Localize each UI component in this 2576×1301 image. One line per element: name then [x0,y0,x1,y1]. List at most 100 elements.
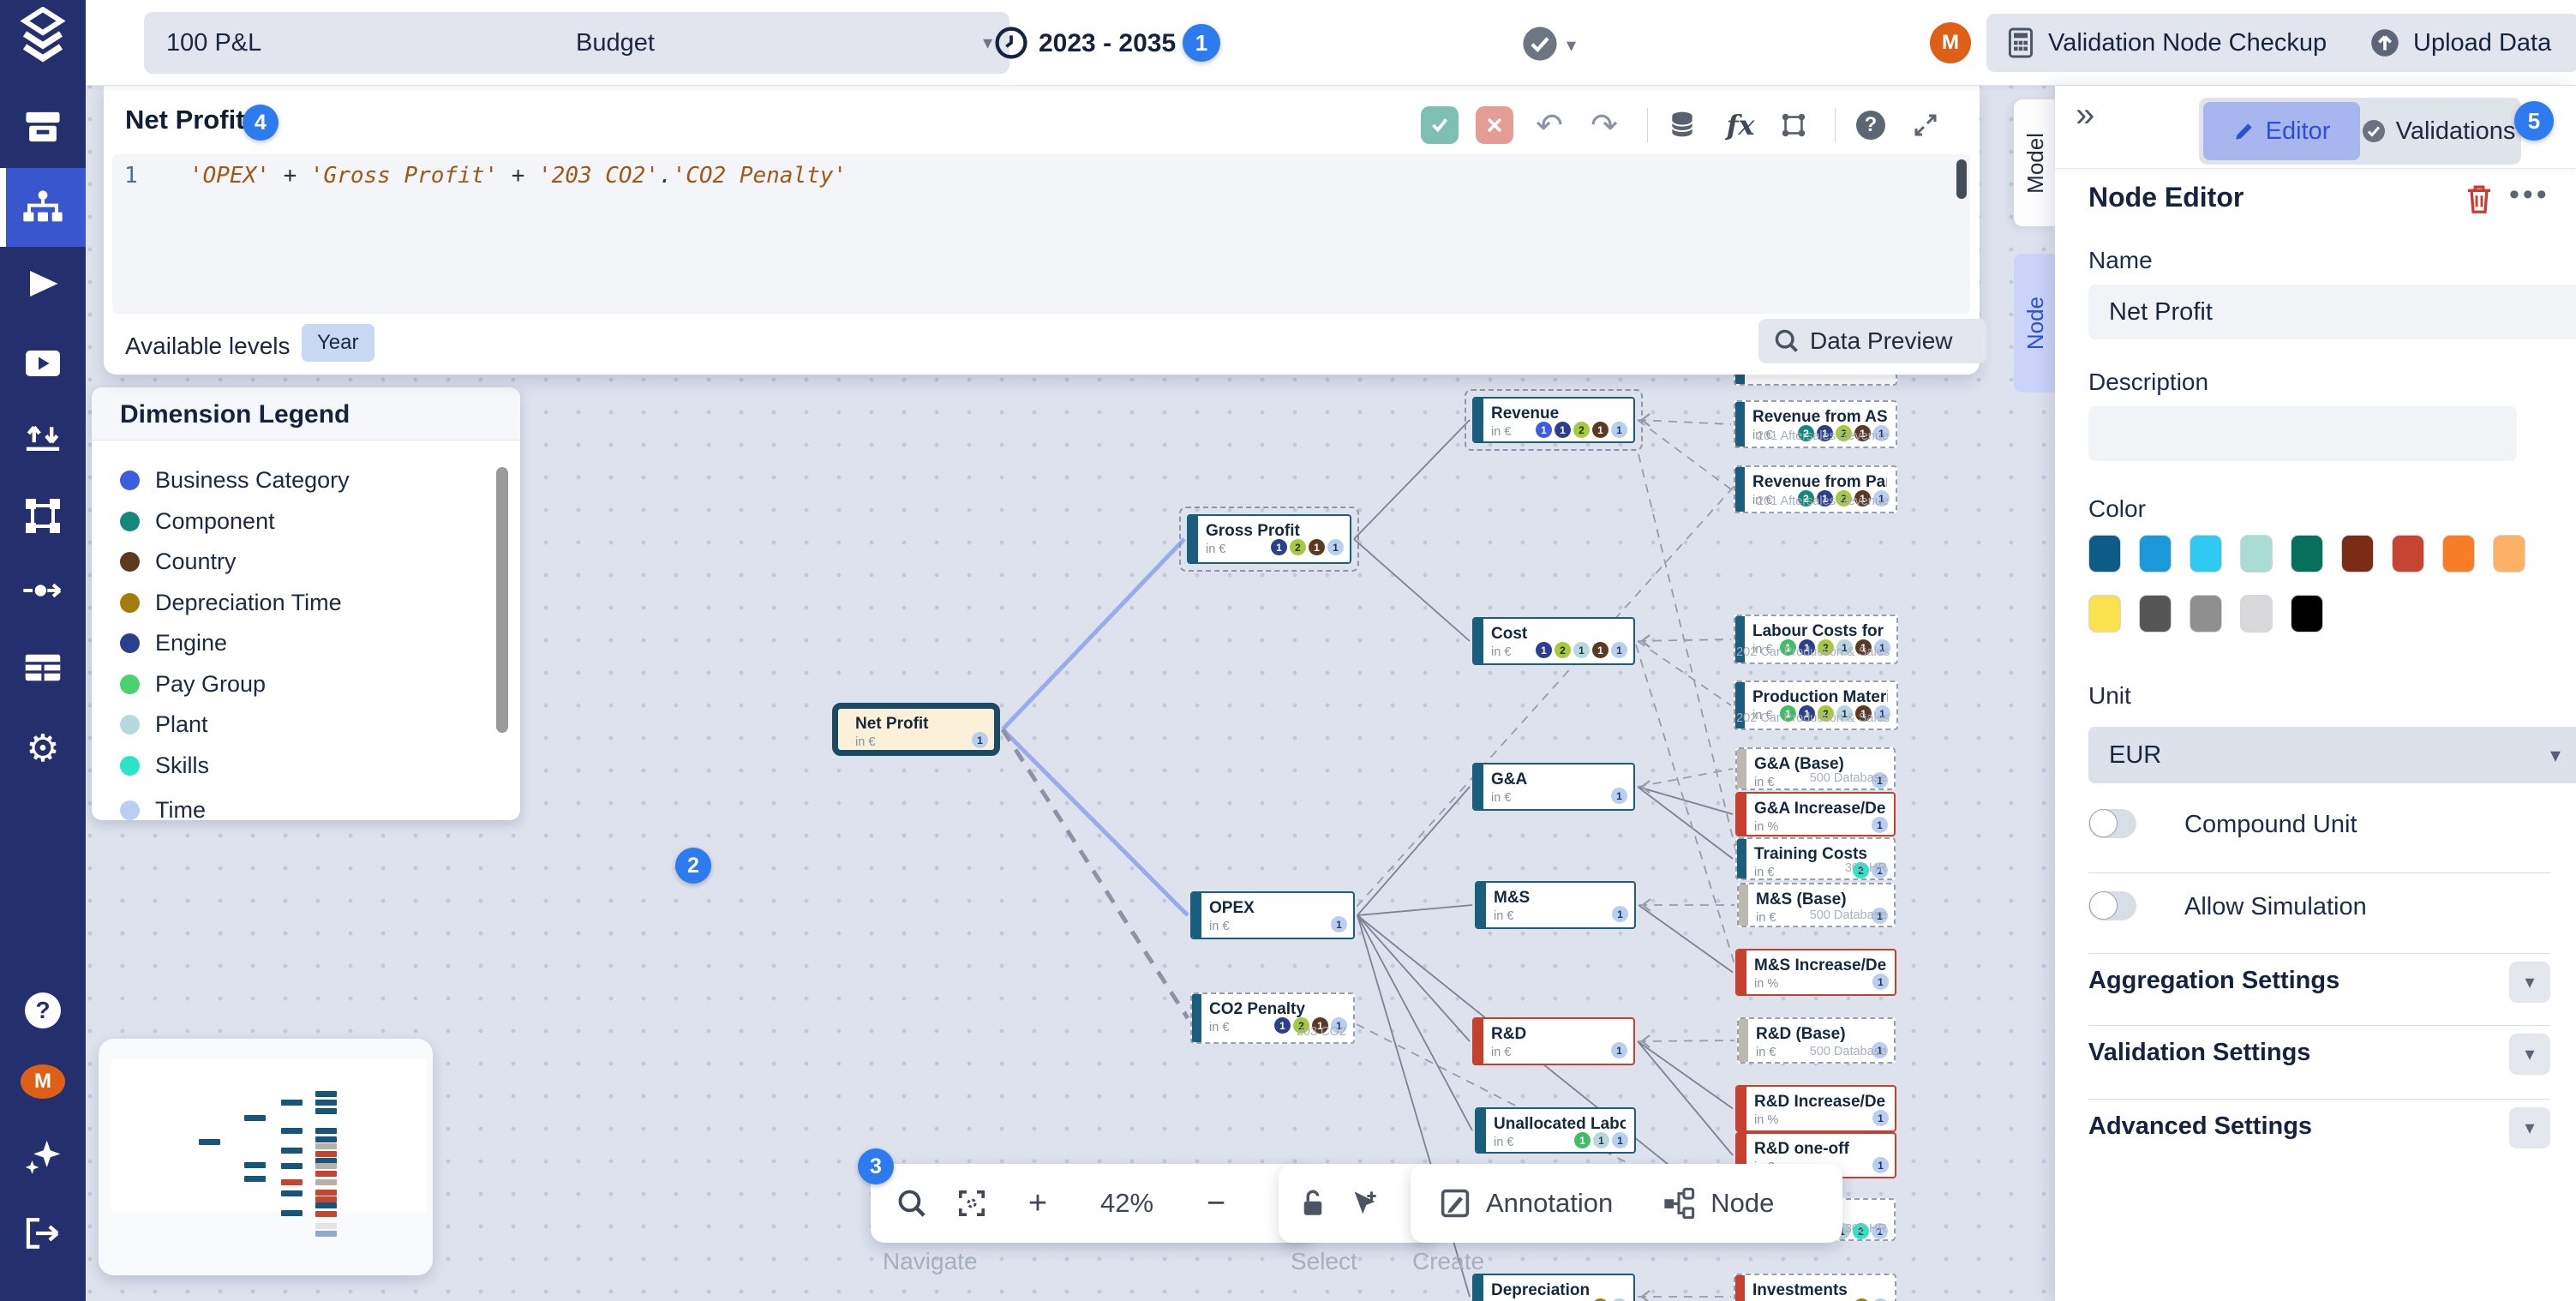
formula-editor[interactable]: 1 'OPEX' + 'Gross Profit' + '203 CO2'.'C… [112,154,1970,314]
allow-simulation-toggle[interactable] [2088,891,2136,920]
graph-node-unalloc[interactable]: Unallocated Labour Costs (O...in €111 [1475,1107,1636,1154]
fit-view-icon[interactable] [956,1188,987,1219]
aggregation-settings-header[interactable]: Aggregation Settings [2088,967,2339,995]
flow-icon[interactable] [0,578,86,603]
graph-node-rnd[interactable]: R&Din €1 [1472,1017,1635,1065]
color-swatch[interactable] [2493,535,2525,573]
chevron-down-icon[interactable]: ▾ [1567,34,1576,57]
expand-icon[interactable] [1907,106,1944,144]
topbar-avatar[interactable]: M [1930,22,1971,63]
tab-model[interactable]: Model [2014,99,2057,226]
color-swatch[interactable] [2392,535,2424,573]
color-swatch[interactable] [2240,535,2273,573]
apply-formula-button[interactable] [1421,106,1459,144]
unit-dropdown[interactable]: EUR ▾ [2088,727,2576,783]
graph-node-opex[interactable]: OPEXin €1 [1190,891,1355,939]
color-swatch[interactable] [2139,595,2172,633]
scenario-selector-dropdown[interactable]: Budget ▾ [554,12,1009,74]
color-swatch[interactable] [2442,535,2475,573]
annotation-button-label[interactable]: Annotation [1486,1188,1613,1219]
color-swatch[interactable] [2088,595,2121,633]
graph-node-ms_inc[interactable]: M&S Increase/Decreasein %1 [1735,949,1896,996]
description-field[interactable] [2088,406,2517,461]
graph-node-revenue[interactable]: Revenuein €11211 [1472,397,1635,443]
import-export-icon[interactable] [0,420,86,456]
validation-expand-button[interactable]: ▾ [2509,1034,2550,1075]
app-logo-icon[interactable] [0,7,86,63]
collapse-panel-icon[interactable]: » [2076,96,2094,135]
advanced-settings-header[interactable]: Advanced Settings [2088,1112,2312,1141]
graph-node-co2[interactable]: CO2 Penaltyin €1211203 CO2 [1190,992,1355,1044]
annotation-icon[interactable] [1440,1188,1471,1219]
graph-node-ms[interactable]: M&Sin €1 [1475,881,1636,929]
status-check-dropdown[interactable] [1522,26,1558,66]
graph-node-gross_profit[interactable]: Gross Profitin €1211 [1187,514,1351,564]
minimap[interactable] [99,1039,433,1275]
video-icon[interactable] [0,346,86,381]
add-node-icon[interactable] [1662,1187,1695,1220]
graph-node-gna[interactable]: G&Ain €1 [1472,763,1635,811]
level-chip-year[interactable]: Year [302,324,374,362]
zoom-search-icon[interactable] [896,1188,927,1219]
frame-icon[interactable] [1775,106,1812,144]
settings-gear-icon[interactable]: ⚙ [0,727,86,770]
more-options-icon[interactable]: ••• [2509,178,2550,212]
graph-node-training[interactable]: Training Costsin €21302 HR [1735,837,1896,880]
legend-scrollbar[interactable] [496,467,508,733]
select-cursor-icon[interactable] [1351,1189,1378,1218]
graph-node-depreciation[interactable]: Depreciationin €11 [1472,1274,1635,1301]
graph-node-labour[interactable]: Labour Costs for Productionin €112111202… [1734,615,1898,664]
tab-editor[interactable]: Editor [2203,102,2360,160]
time-range[interactable]: 2023 - 2035 [1039,29,1176,58]
editor-scrollbar[interactable] [1956,159,1967,199]
frame-tool-icon[interactable] [0,495,86,537]
tab-validations[interactable]: Validations [2360,102,2517,160]
color-swatch[interactable] [2291,595,2323,633]
model-selector-dropdown[interactable]: 100 P&L ▾ [144,12,583,74]
color-swatch[interactable] [2341,535,2374,573]
help-icon[interactable]: ? [0,992,86,1028]
unlock-icon[interactable] [1299,1188,1327,1219]
graph-node-prod_mat[interactable]: Production Material Costsin €112111202 C… [1734,680,1898,730]
graph-node-rnd_inc[interactable]: R&D Increase/Decreasein %1 [1735,1085,1896,1132]
graph-node-rev_as[interactable]: Revenue from AS Servicein €21211201 Afte… [1734,400,1897,448]
color-swatch[interactable] [2139,535,2172,573]
delete-node-icon[interactable] [2465,183,2494,220]
data-preview-button[interactable]: Data Preview [1758,319,1986,363]
function-icon[interactable]: fx [1722,106,1759,144]
graph-node-net_profit[interactable]: Net Profitin €1 [832,703,1000,756]
sidebar-avatar[interactable]: M [0,1064,86,1099]
model-tree-icon[interactable] [0,189,86,225]
formula-help-icon[interactable]: ? [1852,106,1890,144]
zoom-out-button[interactable]: − [1195,1185,1237,1222]
graph-node-gna_base[interactable]: G&A (Base)in €1500 Database [1735,747,1896,790]
table-icon[interactable] [0,651,86,684]
logout-icon[interactable] [0,1215,86,1251]
validation-node-checkup-button[interactable]: Validation Node Checkup [1986,14,2370,72]
tab-node[interactable]: Node [2014,254,2057,393]
color-swatch[interactable] [2088,535,2121,573]
undo-icon[interactable]: ↶ [1531,106,1568,144]
zoom-in-button[interactable]: + [1016,1185,1059,1222]
color-swatch[interactable] [2190,595,2222,633]
graph-node-gna_inc[interactable]: G&A Increase/Decreasein %1 [1735,792,1896,836]
graph-node-ms_base[interactable]: M&S (Base)in €1500 Database [1737,883,1896,927]
ai-sparkles-icon[interactable] [0,1136,86,1179]
redo-icon[interactable]: ↷ [1585,106,1623,144]
compound-unit-toggle[interactable] [2088,809,2136,838]
validation-settings-header[interactable]: Validation Settings [2088,1039,2310,1067]
graph-node-rev_ps[interactable]: Revenue from Part Salesin €21211201 Afte… [1734,465,1897,513]
inbox-icon[interactable] [0,110,86,144]
minimap-viewport[interactable] [111,1058,427,1213]
aggregation-expand-button[interactable]: ▾ [2509,962,2550,1003]
graph-node-investments[interactable]: Investmentsin €11 [1734,1274,1896,1301]
database-icon[interactable] [1663,106,1701,144]
name-field[interactable]: Net Profit [2088,285,2576,339]
graph-node-cost[interactable]: Costin €12111 [1472,617,1635,665]
color-swatch[interactable] [2240,595,2273,633]
discard-formula-button[interactable] [1476,106,1513,144]
upload-data-button[interactable]: Upload Data [2350,14,2576,72]
color-swatch[interactable] [2190,535,2222,573]
play-icon[interactable] [0,267,86,300]
color-swatch[interactable] [2291,535,2323,573]
